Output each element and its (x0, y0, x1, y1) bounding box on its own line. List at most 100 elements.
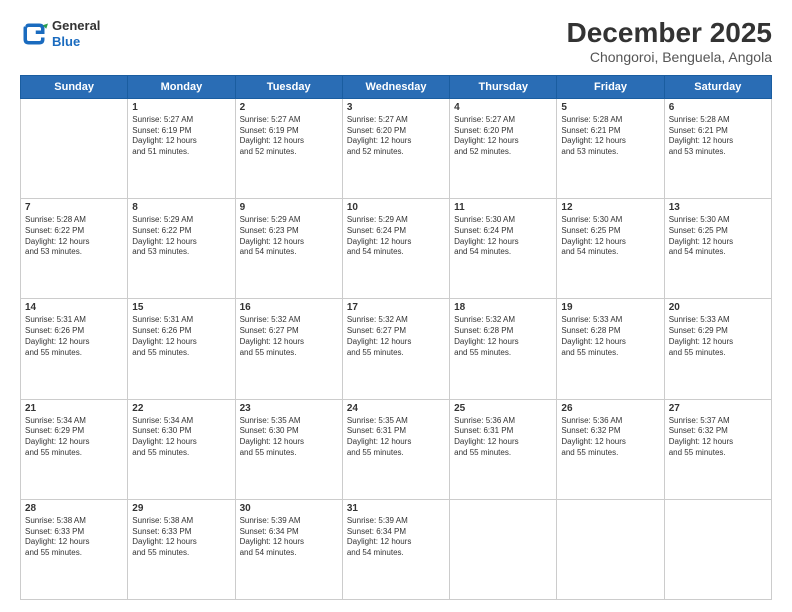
day-info: Sunrise: 5:36 AM Sunset: 6:31 PM Dayligh… (454, 416, 552, 459)
calendar-cell: 24 Sunrise: 5:35 AM Sunset: 6:31 PM Dayli… (342, 399, 449, 499)
calendar-cell: 28 Sunrise: 5:38 AM Sunset: 6:33 PM Dayli… (21, 499, 128, 599)
calendar-cell: 2 Sunrise: 5:27 AM Sunset: 6:19 PM Daylig… (235, 98, 342, 198)
calendar-cell: 3Sunrise: 5:27 AM Sunset: 6:20 PM Daylig… (342, 98, 449, 198)
calendar-cell: 15 Sunrise: 5:31 AM Sunset: 6:26 PM Dayli… (128, 299, 235, 399)
calendar-cell: 26 Sunrise: 5:36 AM Sunset: 6:32 PM Dayli… (557, 399, 664, 499)
calendar-cell: 20Sunrise: 5:33 AM Sunset: 6:29 PM Dayli… (664, 299, 771, 399)
logo-line2: Blue (52, 34, 100, 50)
calendar-cell: 8 Sunrise: 5:29 AM Sunset: 6:22 PM Daylig… (128, 199, 235, 299)
calendar-cell: 7 Sunrise: 5:28 AM Sunset: 6:22 PM Daylig… (21, 199, 128, 299)
calendar-cell: 21Sunrise: 5:34 AM Sunset: 6:29 PM Dayli… (21, 399, 128, 499)
day-header-friday: Friday (557, 75, 664, 98)
day-info: Sunrise: 5:38 AM Sunset: 6:33 PM Dayligh… (25, 516, 123, 559)
main-title: December 2025 (567, 18, 772, 49)
day-info: Sunrise: 5:28 AM Sunset: 6:21 PM Dayligh… (561, 115, 659, 158)
day-number: 8 (132, 202, 230, 213)
day-header-wednesday: Wednesday (342, 75, 449, 98)
day-info: Sunrise: 5:29 AM Sunset: 6:22 PM Dayligh… (132, 215, 230, 258)
day-number: 15 (132, 302, 230, 313)
calendar-cell: 1 Sunrise: 5:27 AM Sunset: 6:19 PM Daylig… (128, 98, 235, 198)
calendar-cell: 13Sunrise: 5:30 AM Sunset: 6:25 PM Dayli… (664, 199, 771, 299)
week-row-3: 14 Sunrise: 5:31 AM Sunset: 6:26 PM Dayli… (21, 299, 772, 399)
week-row-2: 7 Sunrise: 5:28 AM Sunset: 6:22 PM Daylig… (21, 199, 772, 299)
day-number: 17 (347, 302, 445, 313)
day-info: Sunrise: 5:33 AM Sunset: 6:29 PM Dayligh… (669, 315, 767, 358)
day-number: 12 (561, 202, 659, 213)
day-info: Sunrise: 5:29 AM Sunset: 6:23 PM Dayligh… (240, 215, 338, 258)
day-info: Sunrise: 5:35 AM Sunset: 6:31 PM Dayligh… (347, 416, 445, 459)
calendar-cell: 18 Sunrise: 5:32 AM Sunset: 6:28 PM Dayli… (450, 299, 557, 399)
day-header-tuesday: Tuesday (235, 75, 342, 98)
logo-icon (20, 20, 48, 48)
day-info: Sunrise: 5:27 AM Sunset: 6:19 PM Dayligh… (132, 115, 230, 158)
day-number: 2 (240, 102, 338, 113)
day-info: Sunrise: 5:34 AM Sunset: 6:30 PM Dayligh… (132, 416, 230, 459)
day-info: Sunrise: 5:35 AM Sunset: 6:30 PM Dayligh… (240, 416, 338, 459)
calendar-cell: 27 Sunrise: 5:37 AM Sunset: 6:32 PM Dayli… (664, 399, 771, 499)
calendar-cell: 22 Sunrise: 5:34 AM Sunset: 6:30 PM Dayli… (128, 399, 235, 499)
week-row-1: 1 Sunrise: 5:27 AM Sunset: 6:19 PM Daylig… (21, 98, 772, 198)
calendar-table: SundayMondayTuesdayWednesdayThursdayFrid… (20, 75, 772, 600)
day-number: 14 (25, 302, 123, 313)
day-info: Sunrise: 5:34 AM Sunset: 6:29 PM Dayligh… (25, 416, 123, 459)
day-info: Sunrise: 5:28 AM Sunset: 6:21 PM Dayligh… (669, 115, 767, 158)
subtitle: Chongoroi, Benguela, Angola (567, 49, 772, 65)
day-info: Sunrise: 5:39 AM Sunset: 6:34 PM Dayligh… (347, 516, 445, 559)
day-number: 10 (347, 202, 445, 213)
day-number: 23 (240, 403, 338, 414)
calendar-cell: 16Sunrise: 5:32 AM Sunset: 6:27 PM Dayli… (235, 299, 342, 399)
logo: General Blue (20, 18, 100, 49)
day-info: Sunrise: 5:33 AM Sunset: 6:28 PM Dayligh… (561, 315, 659, 358)
day-number: 22 (132, 403, 230, 414)
day-number: 26 (561, 403, 659, 414)
week-row-5: 28 Sunrise: 5:38 AM Sunset: 6:33 PM Dayli… (21, 499, 772, 599)
calendar-cell: 30Sunrise: 5:39 AM Sunset: 6:34 PM Dayli… (235, 499, 342, 599)
calendar-cell: 11 Sunrise: 5:30 AM Sunset: 6:24 PM Dayli… (450, 199, 557, 299)
calendar-cell: 6Sunrise: 5:28 AM Sunset: 6:21 PM Daylig… (664, 98, 771, 198)
day-number: 30 (240, 503, 338, 514)
logo-text: General Blue (52, 18, 100, 49)
day-number: 24 (347, 403, 445, 414)
header: General Blue December 2025 Chongoroi, Be… (20, 18, 772, 65)
day-info: Sunrise: 5:28 AM Sunset: 6:22 PM Dayligh… (25, 215, 123, 258)
calendar-cell (664, 499, 771, 599)
day-info: Sunrise: 5:30 AM Sunset: 6:25 PM Dayligh… (669, 215, 767, 258)
day-number: 18 (454, 302, 552, 313)
calendar-cell: 10 Sunrise: 5:29 AM Sunset: 6:24 PM Dayli… (342, 199, 449, 299)
day-info: Sunrise: 5:32 AM Sunset: 6:28 PM Dayligh… (454, 315, 552, 358)
day-number: 31 (347, 503, 445, 514)
day-info: Sunrise: 5:38 AM Sunset: 6:33 PM Dayligh… (132, 516, 230, 559)
day-info: Sunrise: 5:30 AM Sunset: 6:24 PM Dayligh… (454, 215, 552, 258)
day-info: Sunrise: 5:27 AM Sunset: 6:20 PM Dayligh… (347, 115, 445, 158)
day-info: Sunrise: 5:30 AM Sunset: 6:25 PM Dayligh… (561, 215, 659, 258)
day-info: Sunrise: 5:31 AM Sunset: 6:26 PM Dayligh… (25, 315, 123, 358)
day-number: 1 (132, 102, 230, 113)
day-info: Sunrise: 5:36 AM Sunset: 6:32 PM Dayligh… (561, 416, 659, 459)
calendar-cell (21, 98, 128, 198)
calendar-cell: 5 Sunrise: 5:28 AM Sunset: 6:21 PM Daylig… (557, 98, 664, 198)
day-info: Sunrise: 5:27 AM Sunset: 6:19 PM Dayligh… (240, 115, 338, 158)
day-info: Sunrise: 5:37 AM Sunset: 6:32 PM Dayligh… (669, 416, 767, 459)
day-header-thursday: Thursday (450, 75, 557, 98)
calendar-cell: 14 Sunrise: 5:31 AM Sunset: 6:26 PM Dayli… (21, 299, 128, 399)
calendar-cell: 19Sunrise: 5:33 AM Sunset: 6:28 PM Dayli… (557, 299, 664, 399)
day-info: Sunrise: 5:32 AM Sunset: 6:27 PM Dayligh… (347, 315, 445, 358)
day-number: 29 (132, 503, 230, 514)
day-info: Sunrise: 5:32 AM Sunset: 6:27 PM Dayligh… (240, 315, 338, 358)
calendar-cell: 12 Sunrise: 5:30 AM Sunset: 6:25 PM Dayli… (557, 199, 664, 299)
calendar-cell (450, 499, 557, 599)
day-number: 27 (669, 403, 767, 414)
day-number: 25 (454, 403, 552, 414)
day-number: 5 (561, 102, 659, 113)
day-number: 11 (454, 202, 552, 213)
title-block: December 2025 Chongoroi, Benguela, Angol… (567, 18, 772, 65)
day-number: 7 (25, 202, 123, 213)
calendar-cell (557, 499, 664, 599)
calendar-cell: 25 Sunrise: 5:36 AM Sunset: 6:31 PM Dayli… (450, 399, 557, 499)
day-info: Sunrise: 5:29 AM Sunset: 6:24 PM Dayligh… (347, 215, 445, 258)
calendar-cell: 29 Sunrise: 5:38 AM Sunset: 6:33 PM Dayli… (128, 499, 235, 599)
day-number: 28 (25, 503, 123, 514)
day-header-monday: Monday (128, 75, 235, 98)
day-info: Sunrise: 5:27 AM Sunset: 6:20 PM Dayligh… (454, 115, 552, 158)
day-info: Sunrise: 5:31 AM Sunset: 6:26 PM Dayligh… (132, 315, 230, 358)
